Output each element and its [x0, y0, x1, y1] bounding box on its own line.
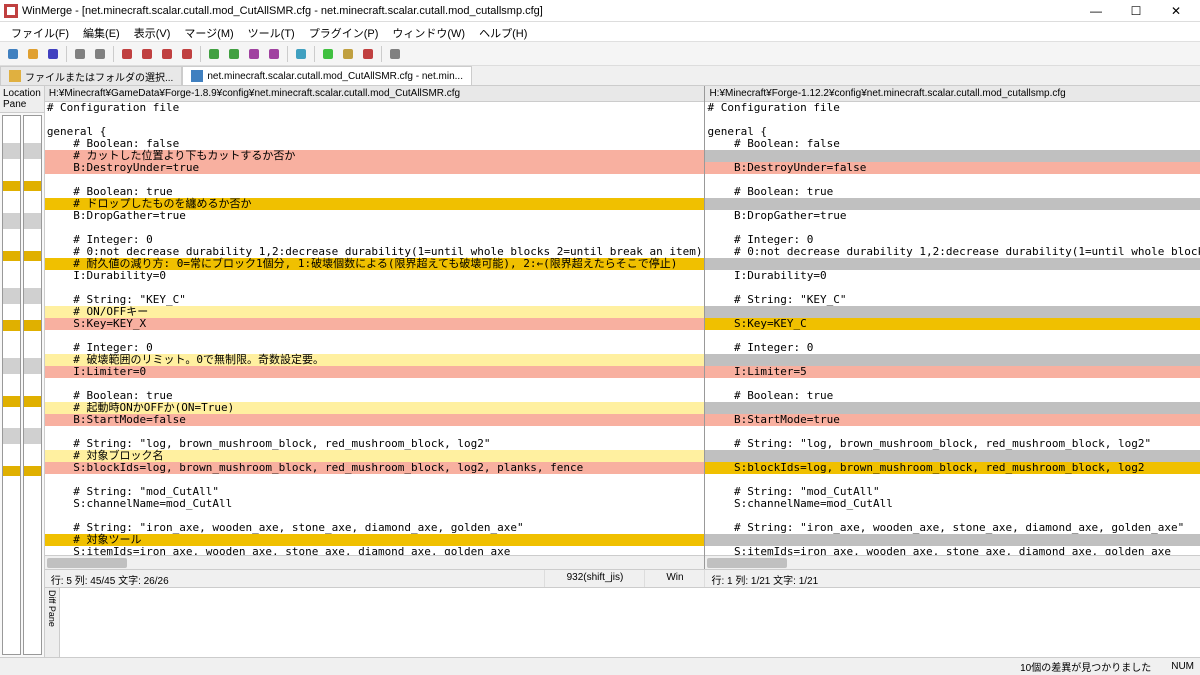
minimize-button[interactable]: —	[1076, 0, 1116, 22]
toolbar	[0, 42, 1200, 66]
save-icon[interactable]	[44, 45, 62, 63]
code-line[interactable]: I:Durability=0	[705, 270, 1200, 282]
tab-label: ファイルまたはフォルダの選択...	[25, 69, 173, 84]
window-title: WinMerge - [net.minecraft.scalar.cutall.…	[22, 5, 1076, 17]
doc-icon	[191, 70, 203, 82]
open-icon[interactable]	[24, 45, 42, 63]
merge-right-icon[interactable]	[225, 45, 243, 63]
right-hscroll[interactable]	[705, 555, 1200, 569]
menu-ファイル(F)[interactable]: ファイル(F)	[4, 22, 76, 41]
diff-detail-pane: Diff Pane	[45, 587, 1200, 657]
location-pane: Location Pane	[0, 86, 45, 657]
menu-表示(V)[interactable]: 表示(V)	[127, 22, 178, 41]
menubar: ファイル(F)編集(E)表示(V)マージ(M)ツール(T)プラグイン(P)ウィン…	[0, 22, 1200, 42]
code-line[interactable]: S:channelName=mod_CutAll	[705, 498, 1200, 510]
code-line[interactable]: S:itemIds=iron_axe, wooden_axe, stone_ax…	[705, 546, 1200, 555]
stop-icon[interactable]	[359, 45, 377, 63]
left-editor[interactable]: # Configuration file general { # Boolean…	[45, 102, 705, 555]
app-icon	[4, 4, 18, 18]
tab-label: net.minecraft.scalar.cutall.mod_CutAllSM…	[207, 71, 463, 82]
code-line[interactable]: # String: "iron_axe, wooden_axe, stone_a…	[705, 522, 1200, 534]
code-line[interactable]	[45, 114, 705, 126]
pause-icon[interactable]	[339, 45, 357, 63]
merge-all-right-icon[interactable]	[265, 45, 283, 63]
diff-pane-content[interactable]	[60, 588, 1200, 657]
code-line[interactable]: S:itemIds=iron_axe, wooden_axe, stone_ax…	[45, 546, 705, 555]
left-eol: Win	[645, 570, 705, 587]
code-line[interactable]: S:Key=KEY_C	[705, 318, 1200, 330]
code-line[interactable]: # 0:not decrease durability 1,2:decrease…	[705, 246, 1200, 258]
right-file-path[interactable]: H:¥Minecraft¥Forge-1.12.2¥config¥net.min…	[705, 86, 1200, 102]
diff-next-icon[interactable]	[138, 45, 156, 63]
redo-icon[interactable]	[91, 45, 109, 63]
code-line[interactable]	[705, 114, 1200, 126]
diff-last-icon[interactable]	[178, 45, 196, 63]
refresh-icon[interactable]	[292, 45, 310, 63]
code-line[interactable]: B:DropGather=true	[705, 210, 1200, 222]
undo-icon[interactable]	[71, 45, 89, 63]
statusbar: 10個の差異が見つかりました NUM	[0, 657, 1200, 675]
diff-first-icon[interactable]	[158, 45, 176, 63]
location-strip-left[interactable]	[2, 115, 21, 655]
close-button[interactable]: ✕	[1156, 0, 1196, 22]
location-pane-title: Location Pane	[0, 86, 44, 113]
left-encoding: 932(shift_jis)	[545, 570, 645, 587]
code-line[interactable]: # Configuration file	[45, 102, 705, 114]
new-icon[interactable]	[4, 45, 22, 63]
code-line[interactable]: B:DropGather=true	[45, 210, 705, 222]
code-line[interactable]: # Boolean: true	[705, 186, 1200, 198]
left-file-path[interactable]: H:¥Minecraft¥GameData¥Forge-1.8.9¥config…	[45, 86, 705, 102]
left-cursor-status: 行: 5 列: 45/45 文字: 26/26	[45, 570, 546, 587]
diff-prev-icon[interactable]	[118, 45, 136, 63]
numlock-status: NUM	[1171, 661, 1194, 672]
code-line[interactable]: I:Limiter=0	[45, 366, 705, 378]
code-line[interactable]: # Configuration file	[705, 102, 1200, 114]
diff-pane-label: Diff Pane	[45, 588, 60, 657]
tab-strip: ファイルまたはフォルダの選択... net.minecraft.scalar.cu…	[0, 66, 1200, 86]
tab[interactable]: net.minecraft.scalar.cutall.mod_CutAllSM…	[182, 66, 472, 85]
code-line[interactable]: # String: "iron_axe, wooden_axe, stone_a…	[45, 522, 705, 534]
code-line[interactable]: # Boolean: true	[705, 390, 1200, 402]
pane-status-line: 行: 5 列: 45/45 文字: 26/26 932(shift_jis) W…	[45, 569, 1200, 587]
code-line[interactable]: B:StartMode=false	[45, 414, 705, 426]
tab[interactable]: ファイルまたはフォルダの選択...	[0, 66, 182, 85]
menu-ウィンドウ(W)[interactable]: ウィンドウ(W)	[385, 22, 472, 41]
code-line[interactable]: B:StartMode=true	[705, 414, 1200, 426]
menu-マージ(M)[interactable]: マージ(M)	[177, 22, 240, 41]
merge-left-icon[interactable]	[205, 45, 223, 63]
menu-ツール(T)[interactable]: ツール(T)	[241, 22, 302, 41]
folder-icon	[9, 70, 21, 82]
code-line[interactable]: I:Durability=0	[45, 270, 705, 282]
right-pane: H:¥Minecraft¥Forge-1.12.2¥config¥net.min…	[705, 86, 1200, 569]
code-line[interactable]: # String: "KEY_C"	[705, 294, 1200, 306]
code-line[interactable]: S:blockIds=log, brown_mushroom_block, re…	[45, 462, 705, 474]
left-hscroll[interactable]	[45, 555, 705, 569]
code-line[interactable]: # String: "log, brown_mushroom_block, re…	[705, 438, 1200, 450]
code-line[interactable]: B:DestroyUnder=true	[45, 162, 705, 174]
play-icon[interactable]	[319, 45, 337, 63]
maximize-button[interactable]: ☐	[1116, 0, 1156, 22]
code-line[interactable]: # Boolean: false	[705, 138, 1200, 150]
code-line[interactable]: S:Key=KEY_X	[45, 318, 705, 330]
settings-icon[interactable]	[386, 45, 404, 63]
code-line[interactable]: S:blockIds=log, brown_mushroom_block, re…	[705, 462, 1200, 474]
menu-編集(E)[interactable]: 編集(E)	[76, 22, 127, 41]
menu-プラグイン(P)[interactable]: プラグイン(P)	[302, 22, 386, 41]
code-line[interactable]: B:DestroyUnder=false	[705, 162, 1200, 174]
titlebar: WinMerge - [net.minecraft.scalar.cutall.…	[0, 0, 1200, 22]
merge-all-left-icon[interactable]	[245, 45, 263, 63]
left-pane: H:¥Minecraft¥GameData¥Forge-1.8.9¥config…	[45, 86, 706, 569]
code-line[interactable]: # Integer: 0	[705, 342, 1200, 354]
right-editor[interactable]: # Configuration file general { # Boolean…	[705, 102, 1200, 555]
right-cursor-status: 行: 1 列: 1/21 文字: 1/21	[705, 570, 1200, 587]
location-strip-right[interactable]	[23, 115, 42, 655]
code-line[interactable]: I:Limiter=5	[705, 366, 1200, 378]
code-line[interactable]: S:channelName=mod_CutAll	[45, 498, 705, 510]
diff-count-status: 10個の差異が見つかりました	[1020, 659, 1151, 674]
menu-ヘルプ(H)[interactable]: ヘルプ(H)	[472, 22, 534, 41]
